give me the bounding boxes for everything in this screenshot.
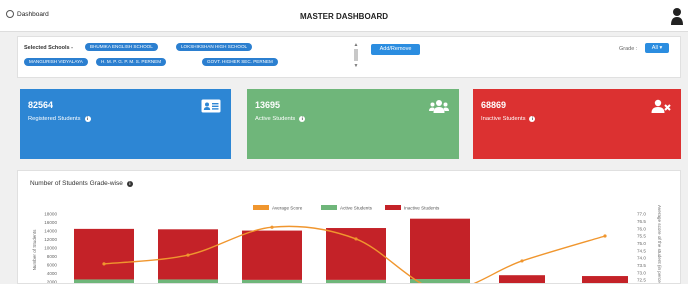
y2-tick-label: 75.5 (637, 234, 646, 239)
scroll-up-icon[interactable]: ▲ (353, 43, 359, 48)
y-tick-label: 18000 (44, 212, 57, 217)
bar-inactive (582, 276, 628, 283)
legend-swatch (321, 205, 337, 210)
school-tag[interactable]: BHUMIKA ENGLISH SCHOOL (85, 43, 158, 51)
scroll-down-icon[interactable]: ▼ (353, 64, 359, 69)
y2-tick-label: 74.0 (637, 256, 646, 261)
page-title: MASTER DASHBOARD (300, 12, 388, 21)
card-value: 68869 (481, 100, 507, 110)
legend-label: Active Students (340, 206, 373, 211)
grade-dropdown[interactable]: All ▾ (645, 43, 669, 53)
average-score-point (270, 225, 274, 229)
card-label-text: Active Students (255, 116, 296, 122)
average-score-point (603, 234, 607, 238)
school-tag[interactable]: GOVT. HIGHER SEC. PERNEM (202, 58, 278, 66)
y-tick-label: 14000 (44, 229, 57, 234)
y-tick-label: 10000 (44, 246, 57, 251)
bar-inactive (499, 275, 545, 283)
schools-scrollbar[interactable]: ▲ ▼ (353, 43, 359, 71)
selected-schools-label: Selected Schools - (24, 45, 73, 51)
legend-swatch (385, 205, 401, 210)
average-score-point (102, 262, 106, 266)
y2-tick-label: 73.0 (637, 270, 646, 275)
caret-down-icon: ▾ (659, 45, 663, 51)
grade-value: All (651, 45, 658, 51)
bar-active (326, 279, 386, 283)
registered-students-card: 82564 Registered Students i (20, 89, 231, 159)
user-avatar-icon[interactable] (670, 7, 684, 25)
active-students-card: 13695 Active Students i (247, 89, 459, 159)
y-tick-label: 2000 (47, 280, 58, 284)
legend-label: Average Score (272, 206, 303, 211)
y2-tick-label: 77.0 (637, 212, 646, 217)
inactive-students-card: 68869 Inactive Students i (473, 89, 681, 159)
grade-wise-chart: Average Score Active Students Inactive Stu… (32, 205, 662, 284)
y-tick-label: 12000 (44, 237, 57, 242)
y2-tick-label: 76.5 (637, 219, 646, 224)
user-remove-icon (651, 99, 671, 113)
y2-tick-label: 74.5 (637, 248, 646, 253)
grade-wise-chart-panel: Number of Students Grade-wise i Average … (17, 170, 681, 284)
grade-label: Grade : (619, 46, 638, 52)
info-icon[interactable]: i (529, 116, 536, 122)
y2-tick-label: 75.0 (637, 241, 646, 246)
bar-active (242, 279, 302, 283)
legend-swatch (253, 205, 269, 210)
school-tag[interactable]: H. M. P. G. P. M. S. PERNEM (96, 58, 167, 66)
card-label-text: Inactive Students (481, 116, 526, 122)
card-value: 13695 (255, 100, 281, 110)
school-tag[interactable]: MANGURISH VIDYALAYA (24, 58, 88, 66)
card-label: Registered Students i (28, 116, 91, 122)
users-group-icon (429, 100, 449, 113)
y-tick-label: 16000 (44, 220, 57, 225)
y-tick-label: 8000 (47, 254, 58, 259)
y2-tick-label: 76.0 (637, 226, 646, 231)
scrollbar-thumb[interactable] (354, 49, 358, 61)
add-remove-button[interactable]: Add/Remove (371, 44, 420, 55)
y2-axis-title: Average score of the student (in perce (657, 205, 662, 283)
school-filter-panel: Selected Schools - BHUMIKA ENGLISH SCHOO… (17, 36, 681, 78)
bar-inactive (74, 228, 134, 280)
info-icon[interactable]: i (84, 116, 91, 122)
card-value: 82564 (28, 100, 54, 110)
bar-inactive (326, 228, 386, 280)
y2-tick-label: 73.5 (637, 263, 646, 268)
bar-active (158, 279, 218, 283)
y-tick-label: 6000 (47, 263, 58, 268)
average-score-point (520, 259, 524, 263)
bar-active (74, 279, 134, 283)
bar-inactive (410, 218, 470, 280)
y-tick-label: 4000 (47, 271, 58, 276)
card-label-text: Registered Students (28, 116, 81, 122)
card-label: Inactive Students i (481, 116, 536, 122)
school-tag[interactable]: LOKSHIKSHAN HIGH SCHOOL (176, 43, 253, 51)
id-card-icon (201, 99, 221, 113)
average-score-point (186, 253, 190, 257)
card-label: Active Students i (255, 116, 306, 122)
bar-inactive (242, 230, 302, 280)
y2-tick-label: 72.5 (637, 278, 646, 283)
average-score-point (354, 237, 358, 241)
top-bar: Dashboard MASTER DASHBOARD (0, 0, 688, 32)
y-axis-title: Number of Students (32, 229, 37, 271)
info-icon[interactable]: i (299, 116, 306, 122)
legend-label: Inactive Students (404, 206, 440, 211)
